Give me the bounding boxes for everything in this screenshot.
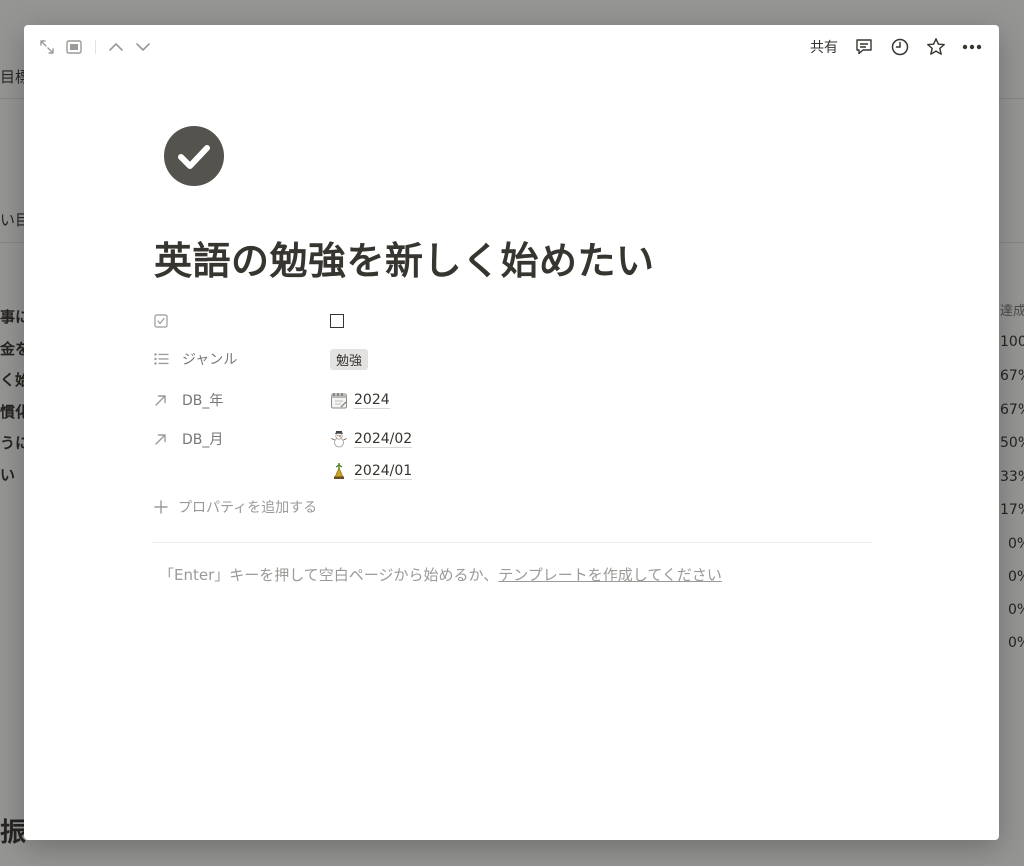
properties-divider [152,542,872,543]
genre-tag[interactable]: 勉強 [330,348,369,370]
toolbar-separator [95,40,96,54]
property-value [330,314,344,328]
property-name[interactable]: ジャンル [154,349,324,369]
plus-icon [154,500,168,514]
relation-arrow-icon [154,433,176,446]
relation-arrow-icon [154,394,176,407]
add-property-button[interactable]: プロパティを追加する [154,497,317,517]
list-icon [154,353,176,365]
page-peek-modal: 共有 英語の勉強を新しく始めたい ジャンル 勉強 DB_年 2024 DB_月 … [24,25,999,840]
property-value: 2024 [330,391,390,409]
calendar-icon [331,393,347,409]
empty-hint-text: 「Enter」キーを押して空白ページから始めるか、 [159,566,499,584]
relation-label: 2024 [354,391,390,409]
chevron-up-icon[interactable] [106,37,126,57]
star-icon[interactable] [926,37,946,57]
property-name[interactable]: DB_月 [154,429,324,449]
expand-icon[interactable] [37,37,57,57]
clock-icon[interactable] [890,37,910,57]
peek-mode-icon[interactable] [64,37,84,57]
relation-label: 2024/01 [354,462,413,480]
checkbox-property-icon [154,314,176,328]
add-property-label: プロパティを追加する [178,500,318,516]
property-value[interactable]: 勉強 [330,348,369,370]
relation-label: 2024/02 [354,430,413,448]
property-value: 2024/01 [330,462,413,480]
page-title[interactable]: 英語の勉強を新しく始めたい [154,230,655,285]
snowman-icon [331,431,347,448]
check-circle-icon[interactable] [164,126,224,186]
property-value: 2024/02 [330,430,413,448]
share-button[interactable]: 共有 [810,37,838,57]
modal-toolbar: 共有 [24,25,999,69]
property-name[interactable]: DB_年 [154,390,324,410]
done-checkbox[interactable] [330,314,344,328]
property-label: DB_月 [182,432,224,448]
chevron-down-icon[interactable] [133,37,153,57]
relation-item[interactable]: 2024/02 [330,430,413,448]
comment-icon[interactable] [854,37,874,57]
bamboo-icon [334,463,344,479]
create-template-link[interactable]: テンプレートを作成してください [498,566,722,584]
empty-page-hint: 「Enter」キーを押して空白ページから始めるか、テンプレートを作成してください [159,564,722,585]
property-label: DB_年 [182,393,224,409]
more-icon[interactable] [961,37,983,57]
property-label: ジャンル [182,352,238,368]
relation-item[interactable]: 2024 [330,391,390,409]
property-name[interactable] [154,314,324,328]
relation-item[interactable]: 2024/01 [330,462,413,480]
